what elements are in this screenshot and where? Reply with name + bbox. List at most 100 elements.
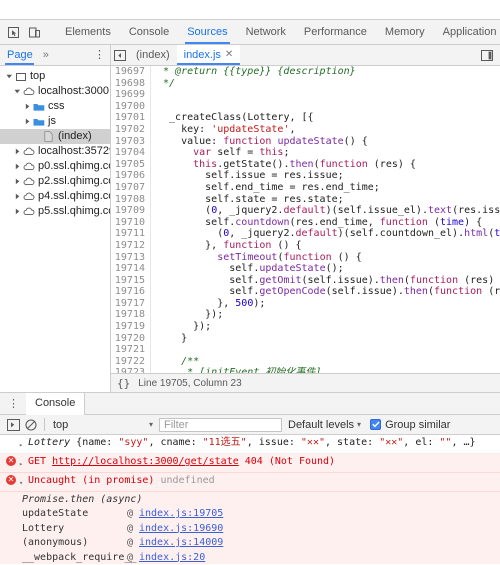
tree-item-p5-ssl-qhimg-com[interactable]: p5.ssl.qhimg.com (0, 204, 110, 219)
line-number[interactable]: 19707 (111, 181, 151, 194)
tree-item-top[interactable]: top (0, 69, 110, 84)
line-code[interactable] (151, 89, 157, 101)
line-number[interactable]: 19723 (111, 367, 151, 373)
chevron-down-icon[interactable] (4, 73, 14, 80)
navigator-menu-button[interactable]: ⋮ (89, 45, 110, 65)
clear-console-icon[interactable] (22, 416, 40, 434)
line-number[interactable]: 19713 (111, 251, 151, 264)
line-number[interactable]: 19710 (111, 216, 151, 229)
line-number[interactable]: 19720 (111, 332, 151, 345)
navigator-more-tabs-button[interactable]: » (39, 45, 53, 65)
line-number[interactable]: 19722 (111, 355, 151, 368)
tab-performance[interactable]: Performance (295, 20, 376, 44)
execution-context-select[interactable]: top ▾ (49, 419, 159, 431)
line-number[interactable]: 19719 (111, 321, 151, 333)
console-error-message[interactable]: ✕ ▾ Uncaught (in promise) undefined (0, 473, 500, 492)
line-number[interactable]: 19701 (111, 112, 151, 124)
chevron-right-icon[interactable] (12, 148, 22, 155)
line-number[interactable]: 19709 (111, 205, 151, 217)
navigator-toggle-icon[interactable] (111, 49, 129, 61)
line-number[interactable]: 19718 (111, 309, 151, 322)
line-code[interactable]: (0, _jquery2.default)(self.countdown_el)… (151, 228, 500, 240)
device-toolbar-icon[interactable] (26, 24, 43, 41)
line-code[interactable]: }, function () { (151, 240, 301, 252)
tab-application[interactable]: Application (434, 20, 500, 44)
line-code[interactable]: this.getState().then(function (res) { (151, 159, 416, 171)
editor-breadcrumb[interactable]: (index) (129, 45, 177, 65)
line-code[interactable]: self.countdown(res.end_time, function (t… (151, 217, 482, 229)
line-number[interactable]: 19702 (111, 123, 151, 136)
line-number[interactable]: 19716 (111, 286, 151, 298)
chevron-right-icon[interactable] (22, 103, 32, 110)
line-number[interactable]: 19712 (111, 239, 151, 252)
console-filter-input[interactable]: Filter (159, 417, 282, 432)
line-code[interactable] (151, 101, 157, 113)
expand-arrow-icon[interactable]: ▸ (19, 439, 28, 452)
tree-item-p4-ssl-qhimg-com[interactable]: p4.ssl.qhimg.com (0, 189, 110, 204)
drawer-tab-console[interactable]: Console (26, 392, 86, 415)
line-code[interactable]: _createClass(Lottery, [{ (151, 112, 314, 124)
line-number[interactable]: 19704 (111, 147, 151, 159)
tree-item-localhost-35729[interactable]: localhost:35729 (0, 144, 110, 159)
line-number[interactable]: 19698 (111, 77, 151, 90)
tree-item-p2-ssl-qhimg-com[interactable]: p2.ssl.qhimg.com (0, 174, 110, 189)
tab-sources[interactable]: Sources (178, 20, 236, 44)
console-log-message[interactable]: ▸ Lottery {name: "syy", cname: "11选五", is… (0, 435, 500, 454)
line-code[interactable]: value: function updateState() { (151, 136, 368, 148)
line-code[interactable]: self.getOpenCode(self.issue).then(functi… (151, 286, 500, 298)
chevron-right-icon[interactable] (22, 118, 32, 125)
navigator-tab-page[interactable]: Page (0, 45, 39, 65)
line-code[interactable]: }); (151, 321, 211, 333)
stack-frame-link[interactable]: index.js:19690 (139, 522, 223, 537)
chevron-down-icon[interactable] (12, 88, 22, 95)
line-code[interactable]: self.state = res.state; (151, 194, 343, 206)
tree-item-localhost-3000[interactable]: localhost:3000 (0, 84, 110, 99)
tree-item-p0-ssl-qhimg-com[interactable]: p0.ssl.qhimg.com (0, 159, 110, 174)
line-number[interactable]: 19706 (111, 170, 151, 182)
code-editor-content[interactable]: 19697 * @return {{type}} {description} 19… (111, 66, 500, 373)
stack-frame-link[interactable]: index.js:14009 (139, 536, 223, 551)
tree-item-css[interactable]: css (0, 99, 110, 114)
line-number[interactable]: 19699 (111, 89, 151, 101)
line-code[interactable] (151, 344, 157, 356)
message-fragment[interactable]: http://localhost:3000/get/state (52, 456, 239, 467)
chevron-right-icon[interactable] (12, 193, 22, 200)
expand-arrow-icon[interactable]: ▸ (19, 458, 28, 471)
execution-context-icon[interactable] (4, 416, 22, 434)
stack-frame-link[interactable]: index.js:20 (139, 551, 205, 565)
line-code[interactable]: /** (151, 356, 199, 368)
line-code[interactable]: key: 'updateState', (151, 124, 295, 136)
close-icon[interactable]: ✕ (225, 45, 233, 65)
line-number[interactable]: 19708 (111, 193, 151, 206)
line-code[interactable]: } (151, 333, 187, 345)
line-code[interactable]: var self = this; (151, 147, 289, 159)
pretty-print-icon[interactable]: {} (117, 377, 130, 390)
console-error-message[interactable]: ✕ ▸ GET http://localhost:3000/get/state 40… (0, 454, 500, 473)
line-code[interactable]: setTimeout(function () { (151, 252, 362, 264)
line-code[interactable]: (0, _jquery2.default)(self.issue_el).tex… (151, 205, 500, 217)
tree-item-js[interactable]: js (0, 114, 110, 129)
line-number[interactable]: 19711 (111, 228, 151, 240)
group-similar-toggle[interactable]: Group similar (370, 419, 450, 431)
line-number[interactable]: 19700 (111, 100, 151, 113)
console-message-list[interactable]: ▸ Lottery {name: "syy", cname: "11选五", is… (0, 435, 500, 564)
line-code[interactable]: self.end_time = res.end_time; (151, 182, 380, 194)
line-code[interactable]: }); (151, 309, 223, 321)
tab-memory[interactable]: Memory (376, 20, 434, 44)
line-code[interactable]: * [initEvent 初始化事件] (151, 367, 321, 373)
line-code[interactable]: self.updateState(); (151, 263, 343, 275)
line-code[interactable]: self.issue = res.issue; (151, 170, 343, 182)
line-code[interactable]: * @return {{type}} {description} (151, 66, 356, 78)
line-number[interactable]: 19703 (111, 135, 151, 148)
drawer-menu-button[interactable]: ⋮ (0, 394, 26, 414)
tree-item-index[interactable]: (index) (0, 129, 110, 144)
chevron-right-icon[interactable] (12, 208, 22, 215)
tab-network[interactable]: Network (237, 20, 295, 44)
inspect-element-icon[interactable] (5, 24, 22, 41)
line-number[interactable]: 19714 (111, 263, 151, 275)
expand-arrow-icon[interactable]: ▾ (19, 477, 28, 490)
line-code[interactable]: }, 500); (151, 298, 265, 310)
line-number[interactable]: 19717 (111, 297, 151, 310)
line-number[interactable]: 19705 (111, 158, 151, 171)
line-number[interactable]: 19715 (111, 274, 151, 287)
